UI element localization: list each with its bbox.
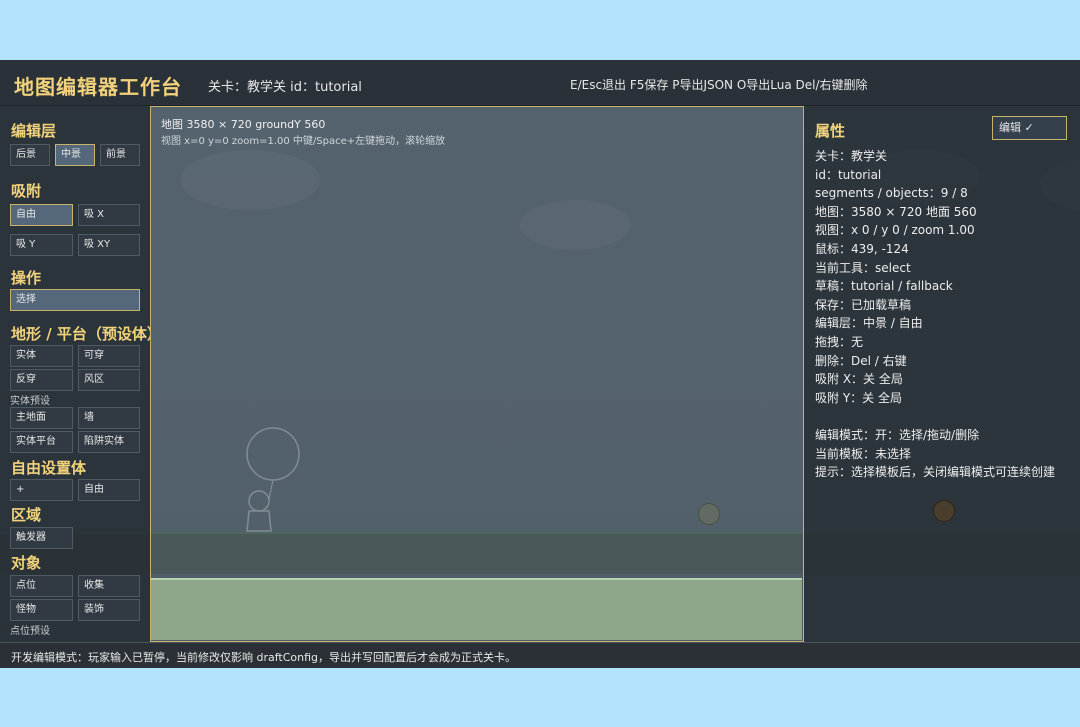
- ground-platform[interactable]: [151, 578, 802, 640]
- property-line: 视图：x 0 / y 0 / zoom 1.00: [815, 223, 975, 238]
- snap-x-button[interactable]: 吸 X: [78, 204, 140, 226]
- layer-back-button[interactable]: 后景: [10, 144, 50, 166]
- snap-section-title: 吸附: [11, 182, 42, 200]
- property-line: 拖拽：无: [815, 335, 864, 349]
- status-bar: 开发编辑模式：玩家输入已暂停，当前修改仅影响 draftConfig，导出并写回…: [0, 642, 1080, 668]
- terrain-solid-button[interactable]: 实体: [10, 345, 73, 367]
- snap-free-button[interactable]: 自由: [10, 204, 73, 226]
- terrain-passable-button[interactable]: 可穿: [78, 345, 140, 367]
- app-title: 地图编辑器工作台: [14, 75, 182, 99]
- action-section-title: 操作: [11, 269, 42, 287]
- zone-section-title: 区域: [11, 506, 42, 524]
- layer-section-title: 编辑层: [11, 122, 57, 140]
- snap-y-button[interactable]: 吸 Y: [10, 234, 73, 256]
- trigger-button[interactable]: 触发器: [10, 527, 73, 549]
- objects-section-title: 对象: [11, 554, 42, 572]
- preset-main-ground-button[interactable]: 主地面: [10, 407, 73, 429]
- property-line: 当前模板：未选择: [815, 446, 912, 461]
- point-preset-label: 点位预设: [10, 626, 50, 637]
- free-add-button[interactable]: +: [10, 479, 73, 501]
- status-message: 开发编辑模式：玩家输入已暂停，当前修改仅影响 draftConfig，导出并写回…: [11, 651, 517, 664]
- object-decoration-button[interactable]: 装饰: [78, 599, 140, 621]
- free-body-section-title: 自由设置体: [11, 459, 87, 477]
- property-line: 关卡：教学关: [815, 149, 888, 163]
- terrain-wind-zone-button[interactable]: 风区: [78, 369, 140, 391]
- hotkey-hints: E/Esc退出 F5保存 P导出JSON O导出Lua Del/右键删除: [570, 78, 868, 92]
- tool-panel: 编辑层 后景 中景 前景 吸附 自由 吸 X 吸 Y 吸 XY 操作 选择 地形…: [0, 106, 150, 642]
- layer-mid-button[interactable]: 中景: [55, 144, 95, 166]
- view-info: 视图 x=0 y=0 zoom=1.00 中键/Space+左键拖动，滚轮缩放: [161, 136, 446, 147]
- object-collect-button[interactable]: 收集: [78, 575, 140, 597]
- property-line: 保存：已加载草稿: [815, 297, 912, 312]
- terrain-reverse-pass-button[interactable]: 反穿: [10, 369, 73, 391]
- free-body-button[interactable]: 自由: [78, 479, 140, 501]
- properties-title: 属性: [815, 122, 846, 140]
- property-line: 草稿：tutorial / fallback: [815, 279, 953, 294]
- player-spawn-sprite: [246, 427, 300, 532]
- property-line: 吸附 Y：关 全局: [815, 390, 902, 405]
- properties-panel: 属性 编辑 ✓ 关卡：教学关 id：tutorial segments / obje…: [804, 106, 1080, 642]
- object-point-button[interactable]: 点位: [10, 575, 73, 597]
- collectible-coin[interactable]: [698, 503, 720, 525]
- preset-trap-solid-button[interactable]: 陷阱实体: [78, 431, 140, 453]
- terrain-section-title: 地形 / 平台（预设体）: [11, 325, 150, 343]
- solid-preset-label: 实体预设: [10, 396, 50, 407]
- property-line: 吸附 X：关 全局: [815, 372, 903, 387]
- property-line: 删除：Del / 右键: [815, 353, 907, 368]
- property-line: 提示：选择模板后，关闭编辑模式可连续创建: [815, 465, 1056, 480]
- edit-mode-toggle[interactable]: 编辑 ✓: [992, 116, 1067, 140]
- object-monster-button[interactable]: 怪物: [10, 599, 73, 621]
- top-bar: 地图编辑器工作台 关卡：教学关 id：tutorial E/Esc退出 F5保存…: [0, 60, 1080, 106]
- layer-front-button[interactable]: 前景: [100, 144, 140, 166]
- collectible-coin: [933, 500, 955, 522]
- property-line: id：tutorial: [815, 167, 882, 182]
- editor-app: 地图编辑器工作台 关卡：教学关 id：tutorial E/Esc退出 F5保存…: [0, 60, 1080, 668]
- property-line: segments / objects：9 / 8: [815, 186, 968, 201]
- property-line: 鼠标：439, -124: [815, 242, 909, 256]
- preset-wall-button[interactable]: 墙: [78, 407, 140, 429]
- property-line: 当前工具：select: [815, 260, 911, 275]
- select-tool-button[interactable]: 选择: [10, 289, 140, 311]
- property-line: 编辑层：中景 / 自由: [815, 316, 923, 331]
- property-line: 地图：3580 × 720 地面 560: [815, 204, 977, 219]
- snap-xy-button[interactable]: 吸 XY: [78, 234, 140, 256]
- property-line: 编辑模式：开：选择/拖动/删除: [815, 428, 980, 442]
- preset-solid-platform-button[interactable]: 实体平台: [10, 431, 73, 453]
- level-info: 关卡：教学关 id：tutorial: [208, 80, 362, 95]
- map-size-info: 地图 3580 × 720 groundY 560: [161, 118, 326, 131]
- map-canvas[interactable]: 地图 3580 × 720 groundY 560 视图 x=0 y=0 zoo…: [150, 106, 804, 642]
